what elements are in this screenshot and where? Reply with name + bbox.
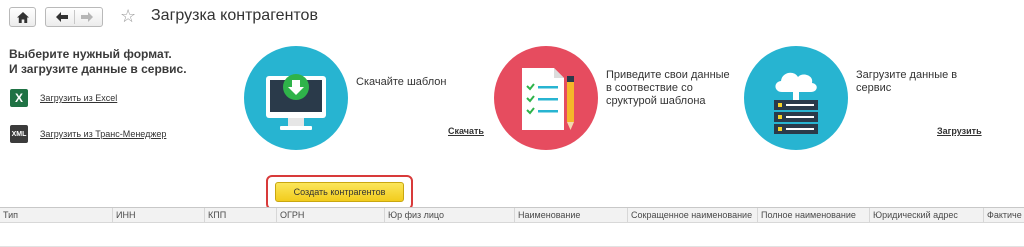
column-header[interactable]: Фактиче xyxy=(984,208,1024,222)
document-pencil-icon xyxy=(522,68,574,130)
table-body[interactable] xyxy=(0,224,1024,247)
column-header[interactable]: ИНН xyxy=(113,208,205,222)
prepare-data-illustration xyxy=(494,46,598,150)
trans-manager-link-row[interactable]: XML Загрузить из Транс-Менеджер xyxy=(10,125,166,143)
download-link[interactable]: Скачать xyxy=(448,126,484,136)
table-header: Тип ИНН КПП ОГРН Юр физ лицо Наименовани… xyxy=(0,207,1024,223)
intro-text: Выберите нужный формат. И загрузите данн… xyxy=(9,47,187,77)
column-header[interactable]: Тип xyxy=(0,208,113,222)
back-arrow-icon[interactable] xyxy=(55,12,68,22)
home-icon xyxy=(16,11,29,23)
step-2-text: Приведите свои данные в соотвествие со с… xyxy=(606,69,730,107)
forward-arrow-icon[interactable] xyxy=(80,12,93,22)
intro-line-1: Выберите нужный формат. xyxy=(9,47,172,61)
excel-link-row[interactable]: X Загрузить из Excel xyxy=(10,89,117,107)
column-header[interactable]: Юр физ лицо xyxy=(385,208,515,222)
upload-link[interactable]: Загрузить xyxy=(937,126,982,136)
column-header[interactable]: ОГРН xyxy=(277,208,385,222)
step-1-text: Скачайте шаблон xyxy=(356,76,447,88)
column-header[interactable]: Сокращенное наименование xyxy=(628,208,758,222)
back-forward-group xyxy=(45,7,103,27)
column-header[interactable]: Наименование xyxy=(515,208,628,222)
xml-icon: XML xyxy=(10,125,28,143)
excel-icon: X xyxy=(10,89,28,107)
cloud-server-icon xyxy=(774,72,818,134)
column-header[interactable]: Юридический адрес xyxy=(870,208,984,222)
upload-data-illustration xyxy=(744,46,848,150)
page-title: Загрузка контрагентов xyxy=(151,7,318,24)
favorite-star-icon[interactable]: ☆ xyxy=(120,6,136,26)
load-from-trans-manager-link[interactable]: Загрузить из Транс-Менеджер xyxy=(40,129,166,139)
home-button[interactable] xyxy=(9,7,36,27)
step-3-text: Загрузите данные в сервис xyxy=(856,69,958,94)
load-from-excel-link[interactable]: Загрузить из Excel xyxy=(40,93,117,103)
column-header[interactable]: КПП xyxy=(205,208,277,222)
download-template-illustration xyxy=(244,46,348,150)
divider xyxy=(73,10,75,24)
intro-line-2: И загрузите данные в сервис. xyxy=(9,62,187,76)
create-counterparties-button[interactable]: Создать контрагентов xyxy=(275,182,404,202)
column-header[interactable]: Полное наименование xyxy=(758,208,870,222)
monitor-download-icon xyxy=(266,74,326,130)
